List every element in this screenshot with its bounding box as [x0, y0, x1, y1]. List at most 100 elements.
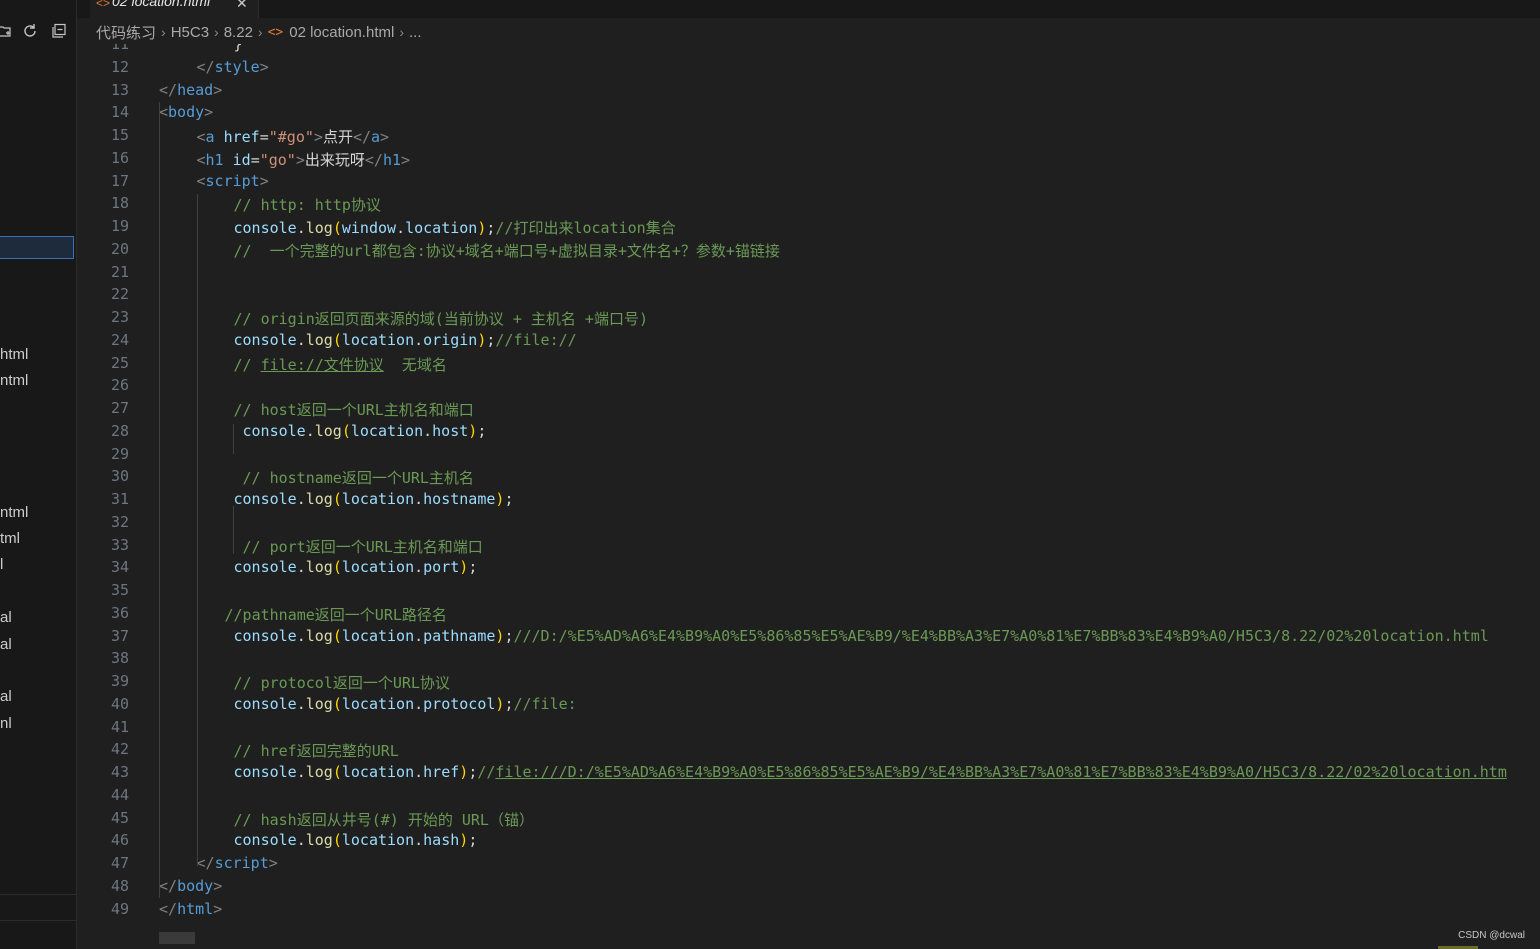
breadcrumb: 代码练习 › H5C3 › 8.22 › <> 02 location.html…	[96, 21, 422, 43]
code-token: 无域名	[383, 355, 447, 374]
line-number: 20	[110, 239, 129, 258]
code-token: ///D:/%E5%AD%A6%E4%B9%A0%E5%86%85%E5%AE%…	[513, 626, 1489, 645]
code-line[interactable]: // http: http协议	[234, 194, 381, 215]
code-token: // http: http协议	[233, 196, 381, 215]
selected-file-row[interactable]	[0, 236, 74, 259]
code-token: // host返回一个URL主机名和端口	[233, 401, 474, 419]
code-line[interactable]: console.log(location.host);	[243, 422, 487, 440]
code-line[interactable]: console.log(window.location);//打印出来locat…	[234, 217, 676, 238]
code-token: body	[168, 103, 205, 122]
code-line[interactable]: console.log(location.port);	[234, 558, 478, 576]
code-token: .	[296, 490, 306, 508]
line-number: 45	[110, 808, 129, 827]
code-line[interactable]: </body>	[159, 877, 222, 895]
code-line[interactable]: console.log(location.pathname);///D:/%E5…	[234, 627, 1489, 645]
code-token: //	[233, 355, 261, 374]
code-line[interactable]: // host返回一个URL主机名和端口	[234, 399, 474, 420]
code-token: >	[259, 171, 269, 190]
code-token: log	[314, 421, 342, 440]
code-token: console	[242, 421, 306, 440]
explorer-file-item[interactable]: al	[0, 635, 12, 655]
code-token: .	[296, 694, 306, 713]
line-number: 36	[110, 603, 129, 622]
code-line[interactable]: // protocol返回一个URL协议	[234, 672, 450, 693]
line-number: 43	[110, 763, 129, 781]
code-token: )	[459, 558, 469, 577]
collapse-all-icon[interactable]	[50, 22, 68, 40]
close-icon[interactable]: ✕	[236, 0, 248, 12]
code-token: )	[468, 421, 478, 440]
code-token: 点开	[322, 128, 353, 146]
explorer-file-item[interactable]: al	[0, 687, 12, 707]
code-line[interactable]: </html>	[159, 900, 222, 918]
code-token: // protocol返回一个URL协议	[233, 674, 450, 692]
code-token: location	[341, 626, 415, 645]
code-token: //pathname返回一个URL路径名	[224, 605, 447, 624]
code-token: location	[341, 330, 415, 349]
code-line[interactable]: // file://文件协议 无域名	[234, 354, 447, 375]
code-token: .	[414, 694, 424, 713]
code-line[interactable]: console.log(location.origin);//file://	[234, 331, 577, 349]
code-line[interactable]: <a href="#go">点开</a>	[197, 126, 390, 147]
code-line[interactable]: console.log(location.hostname);	[234, 490, 514, 508]
code-token: ;	[477, 421, 487, 440]
code-line[interactable]: console.log(location.hash);	[234, 831, 478, 849]
code-line[interactable]: }	[234, 44, 243, 53]
line-number: 24	[110, 330, 129, 349]
code-token: body	[177, 876, 214, 895]
code-token: .	[296, 330, 306, 349]
code-token: hash	[423, 831, 460, 850]
code-token: log	[305, 626, 333, 645]
code-token: location	[341, 763, 415, 781]
breadcrumb-item[interactable]: 02 location.html	[289, 24, 394, 41]
code-token: style	[214, 57, 260, 76]
line-number: 19	[110, 217, 129, 235]
code-line[interactable]: console.log(location.protocol);//file:	[234, 695, 577, 713]
code-line[interactable]: // 一个完整的url都包含:协议+域名+端口号+虚拟目录+文件名+？参数+锚链…	[234, 240, 780, 261]
watermark-text: CSDN @dcwal	[1458, 930, 1525, 941]
code-line[interactable]: </script>	[197, 854, 278, 872]
code-token: console	[233, 626, 297, 645]
breadcrumb-item[interactable]: H5C3	[171, 24, 209, 41]
code-line[interactable]: <h1 id="go">出来玩呀</h1>	[197, 149, 411, 170]
code-line[interactable]: // href返回完整的URL	[234, 740, 399, 761]
code-token: }	[233, 44, 243, 53]
indent-guide	[233, 506, 234, 554]
new-folder-icon[interactable]	[0, 22, 14, 40]
code-line[interactable]: // hostname返回一个URL主机名	[243, 467, 474, 488]
code-line[interactable]: <script>	[197, 172, 269, 190]
explorer-file-item[interactable]: nl	[0, 714, 12, 734]
code-line[interactable]: // hash返回从井号(#) 开始的 URL（锚）	[234, 809, 534, 830]
refresh-icon[interactable]	[21, 22, 39, 40]
explorer-file-item[interactable]: al	[0, 608, 12, 628]
code-token: )	[459, 831, 469, 850]
code-token: >	[213, 899, 223, 918]
code-token: (	[332, 763, 342, 781]
code-token: ;	[468, 558, 478, 577]
code-line[interactable]: // origin返回页面来源的域(当前协议 + 主机名 +端口号)	[234, 308, 649, 329]
breadcrumb-item[interactable]: 代码练习	[96, 22, 156, 43]
breadcrumb-item[interactable]: 8.22	[224, 24, 253, 41]
code-editor[interactable]: 11} 12 </style> 13 </head> 14 <body> 15 <a href=…	[77, 44, 1540, 949]
explorer-file-item[interactable]: ntml	[0, 371, 28, 391]
explorer-file-item[interactable]: tml	[0, 529, 20, 549]
code-token: ;	[468, 763, 478, 781]
code-token: .	[305, 421, 315, 440]
explorer-file-item[interactable]: ntml	[0, 503, 28, 523]
horizontal-scrollbar[interactable]	[159, 932, 195, 944]
explorer-file-item[interactable]: html	[0, 345, 28, 365]
code-token: <	[196, 171, 206, 190]
code-line[interactable]: //pathname返回一个URL路径名	[225, 604, 447, 625]
code-line[interactable]: // port返回一个URL主机名和端口	[243, 536, 483, 557]
breadcrumb-item[interactable]: ...	[409, 24, 422, 41]
code-token: "go"	[259, 150, 296, 169]
code-line[interactable]: </head>	[159, 81, 222, 99]
explorer-file-item[interactable]: l	[0, 555, 3, 575]
tab-02-location-html[interactable]: <> 02 location.html ✕	[90, 0, 259, 18]
html-file-icon: <>	[96, 0, 111, 10]
code-token: console	[233, 558, 297, 577]
code-line[interactable]: <body>	[159, 103, 213, 121]
code-line[interactable]: console.log(location.href);//file:///D:/…	[234, 763, 1507, 781]
code-line[interactable]: </style>	[197, 58, 269, 76]
code-token: </	[364, 150, 383, 169]
